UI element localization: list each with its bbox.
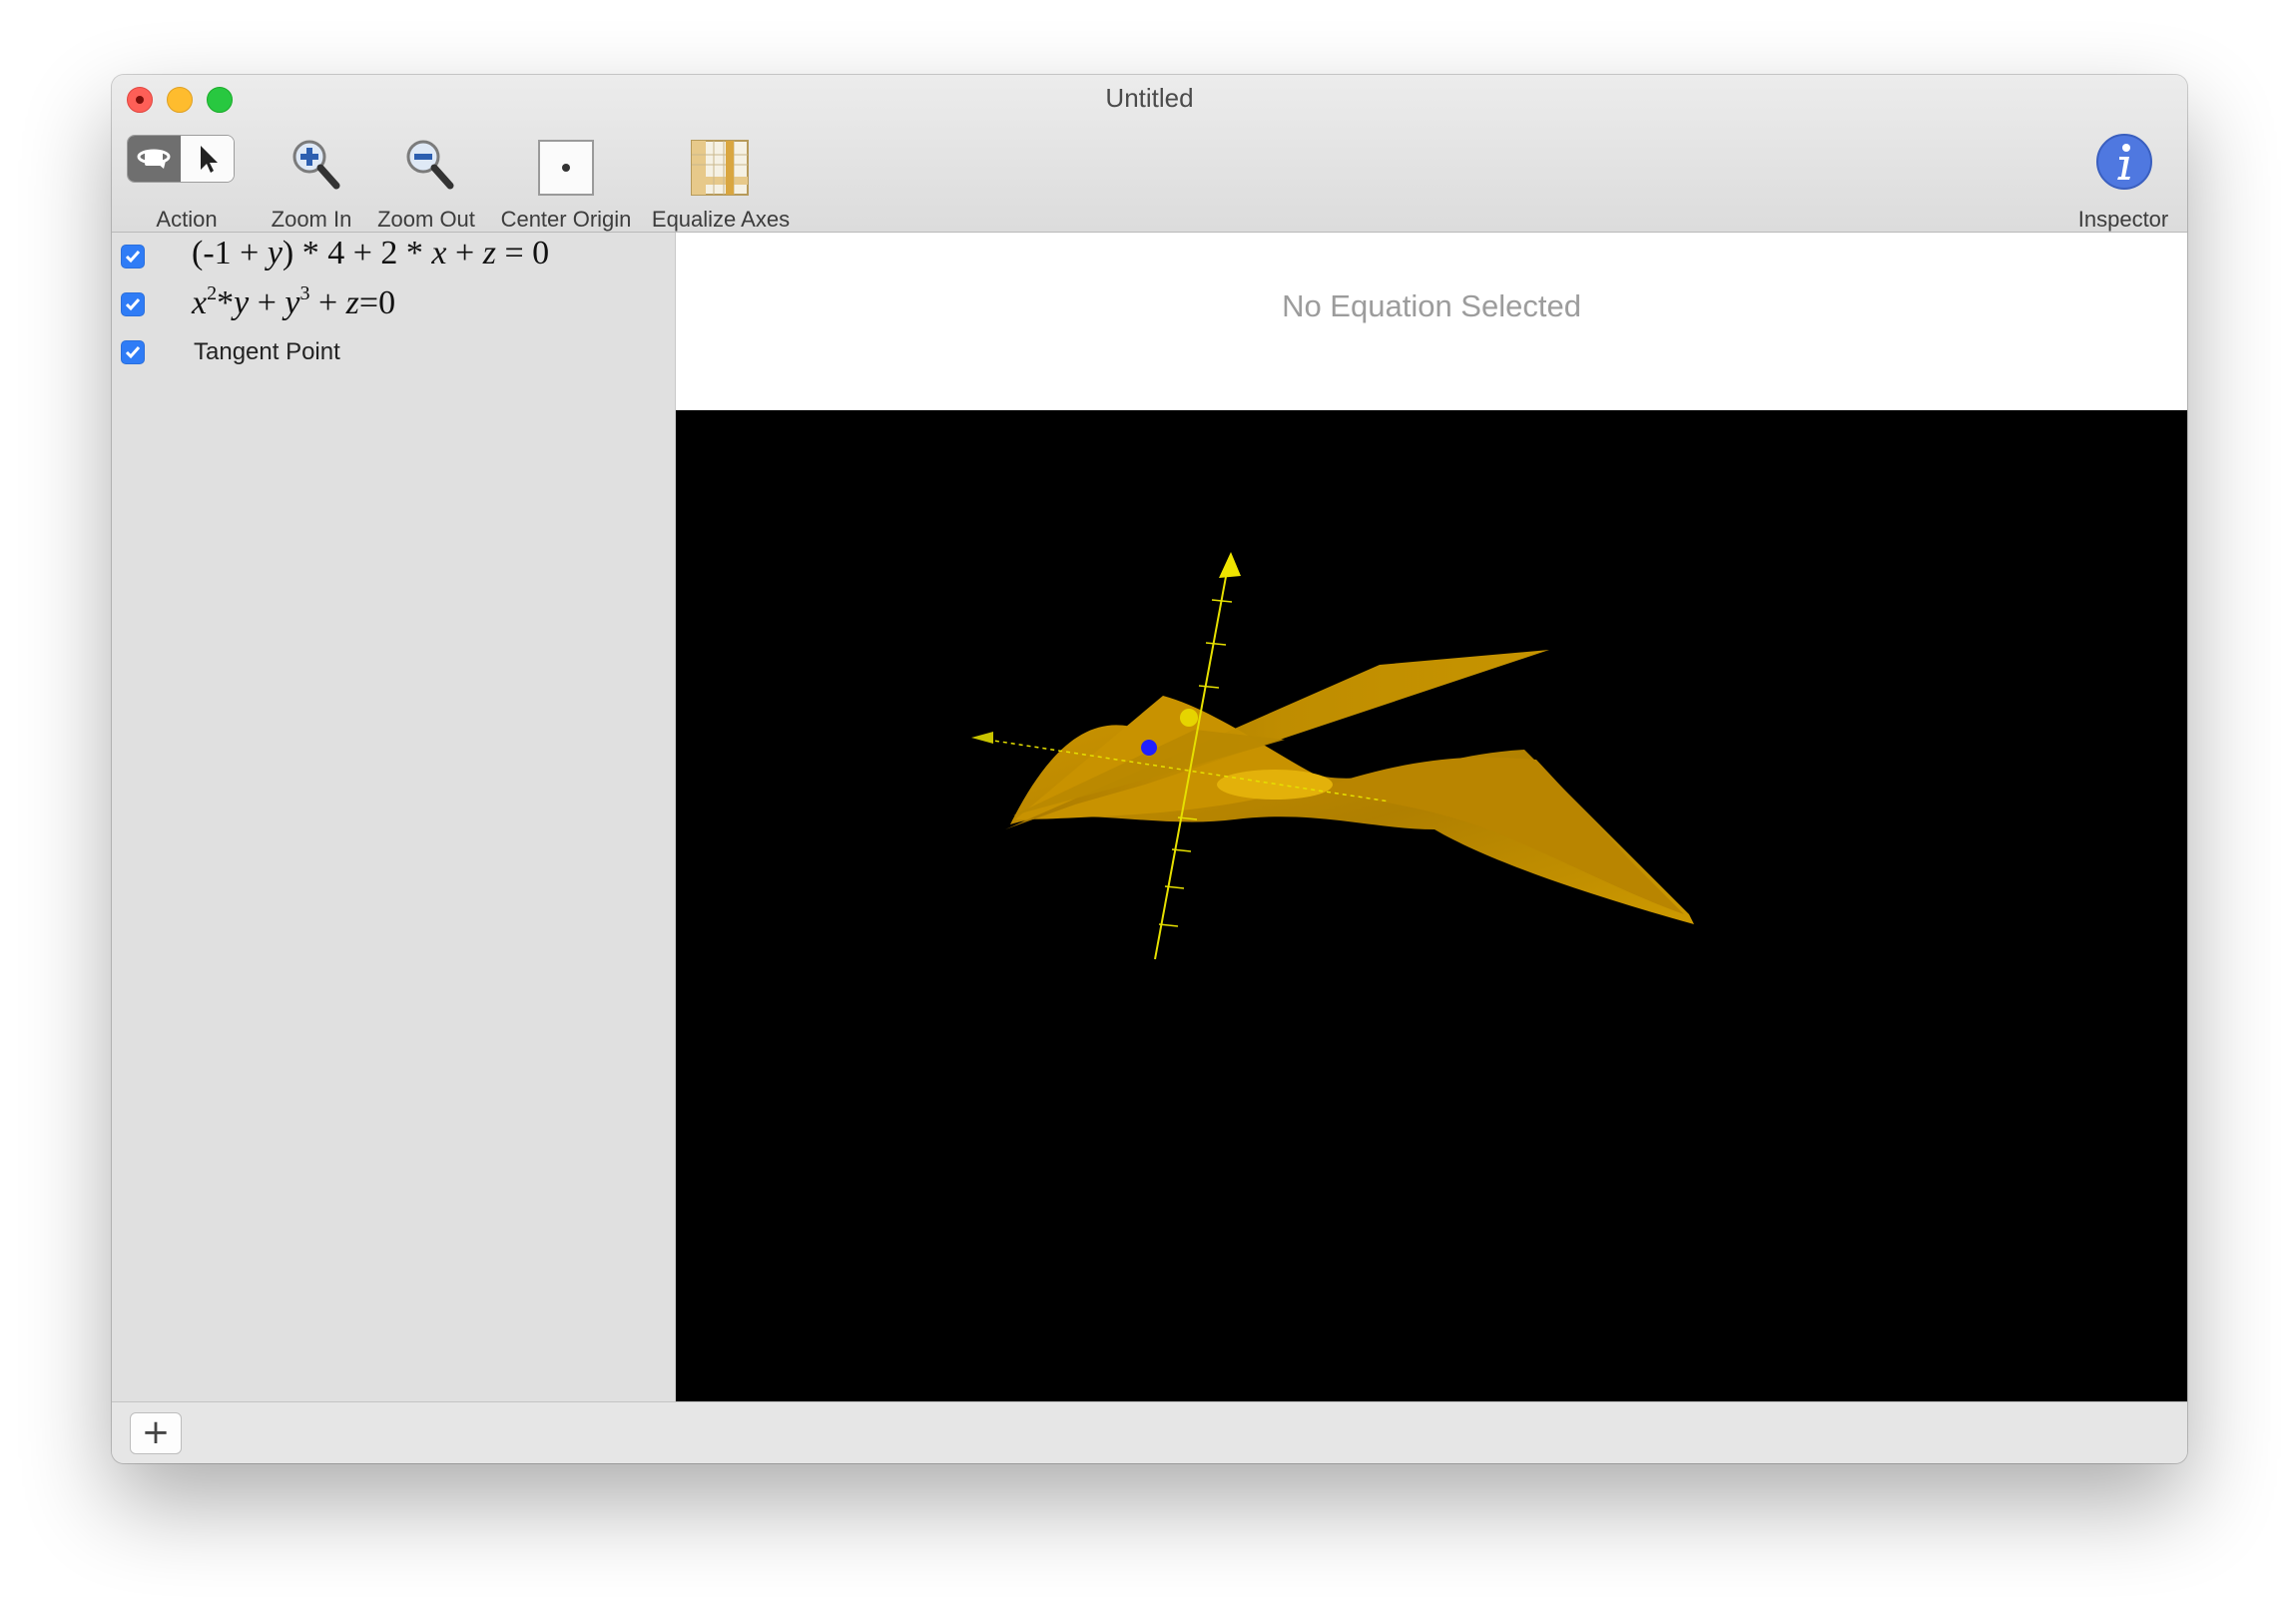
title-bar: Untitled Action Zoom In Zoom Out Center … xyxy=(112,75,2187,233)
tangent-point-marker xyxy=(1141,740,1157,756)
equation-row-surface[interactable]: x2*y + y3 + z=0 xyxy=(112,280,671,328)
center-origin-icon xyxy=(538,140,594,196)
visibility-checkbox[interactable] xyxy=(121,292,145,316)
origin-point-marker xyxy=(1180,709,1198,727)
pointer-arrow-icon xyxy=(201,146,218,173)
zoom-in-icon xyxy=(292,140,340,190)
x-axis-arrow-icon xyxy=(971,732,993,744)
rotate-mode-segment[interactable] xyxy=(128,136,181,182)
z-axis-arrow-icon xyxy=(1219,552,1241,578)
action-segmented-control[interactable] xyxy=(127,135,235,183)
equalize-axes-label: Equalize Axes xyxy=(651,207,791,232)
zoom-out-icon xyxy=(406,140,454,190)
info-icon xyxy=(2096,134,2152,190)
visibility-checkbox[interactable] xyxy=(121,245,145,268)
no-equation-placeholder: No Equation Selected xyxy=(1282,288,1581,323)
zoom-in-label: Zoom In xyxy=(271,207,352,232)
equation-text: (-1 + y) * 4 + 2 * x + z = 0 xyxy=(192,235,550,271)
graph-3d-scene xyxy=(971,552,1694,960)
checkmark-icon xyxy=(125,251,141,264)
rotate-icon xyxy=(137,149,171,169)
equation-row-plane[interactable]: (-1 + y) * 4 + 2 * x + z = 0 xyxy=(112,233,671,280)
bottom-bar: + xyxy=(112,1401,2187,1463)
tangent-point-label: Tangent Point xyxy=(194,338,340,365)
equation-detail-panel: No Equation Selected xyxy=(676,233,2187,410)
equation-text: x2*y + y3 + z=0 xyxy=(192,282,396,321)
visibility-checkbox[interactable] xyxy=(121,340,145,364)
zoom-out-label: Zoom Out xyxy=(377,207,475,232)
graph-3d-viewport[interactable] xyxy=(676,410,2187,1401)
checkmark-icon xyxy=(125,298,141,311)
equalize-axes-icon xyxy=(691,140,749,196)
select-mode-segment[interactable] xyxy=(181,136,234,182)
tangent-point-row[interactable]: Tangent Point xyxy=(112,328,671,376)
inspector-label: Inspector xyxy=(2077,207,2169,232)
equation-sidebar: (-1 + y) * 4 + 2 * x + z = 0 x2*y + y3 +… xyxy=(112,233,676,1401)
app-window: Untitled Action Zoom In Zoom Out Center … xyxy=(112,75,2187,1463)
action-label: Action xyxy=(156,207,218,232)
window-title: Untitled xyxy=(1105,83,1194,113)
checkmark-icon xyxy=(125,346,141,359)
add-equation-button[interactable]: + xyxy=(130,1412,182,1454)
